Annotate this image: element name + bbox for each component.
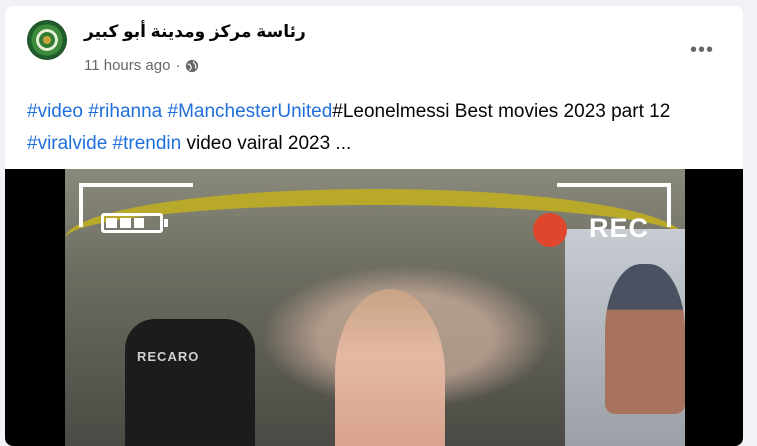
- battery-cell: [106, 218, 117, 228]
- post-video[interactable]: RECARO REC: [5, 169, 743, 446]
- author-name[interactable]: رئاسة مركز ومدينة أبو كبير: [84, 22, 306, 42]
- post-meta: 11 hours ago ·: [84, 57, 199, 74]
- post-text-segment: video vairal 2023 ...: [181, 133, 352, 154]
- hashtag-link[interactable]: #trendin: [113, 133, 182, 154]
- video-frame[interactable]: RECARO REC: [65, 169, 685, 446]
- globe-icon[interactable]: [185, 59, 199, 73]
- post-text-segment: #Leonelmessi Best movies 2023 part 12: [332, 101, 671, 122]
- hashtag-link[interactable]: #ManchesterUnited: [168, 101, 333, 122]
- battery-cell: [133, 218, 145, 228]
- record-dot-icon: [533, 213, 567, 247]
- passenger-figure: [335, 289, 445, 446]
- battery-icon: [101, 213, 168, 233]
- rec-label: REC: [589, 213, 650, 243]
- avatar[interactable]: [27, 20, 67, 60]
- driver-figure: [605, 264, 685, 414]
- post-card: رئاسة مركز ومدينة أبو كبير 11 hours ago …: [5, 6, 743, 446]
- seat-brand-label: RECARO: [137, 349, 200, 364]
- racing-seat: [125, 319, 255, 446]
- post-header: رئاسة مركز ومدينة أبو كبير 11 hours ago …: [27, 20, 727, 80]
- hashtag-link[interactable]: #video: [27, 101, 83, 122]
- timestamp-link[interactable]: 11 hours ago: [84, 57, 170, 74]
- battery-cell: [147, 218, 158, 228]
- more-options-icon[interactable]: •••: [687, 40, 717, 60]
- hashtag-link[interactable]: #rihanna: [88, 101, 162, 122]
- battery-cell: [119, 218, 131, 228]
- hashtag-link[interactable]: #viralvide: [27, 133, 107, 154]
- meta-separator: ·: [175, 57, 181, 74]
- post-text: #video #rihanna #ManchesterUnited#Leonel…: [27, 96, 727, 160]
